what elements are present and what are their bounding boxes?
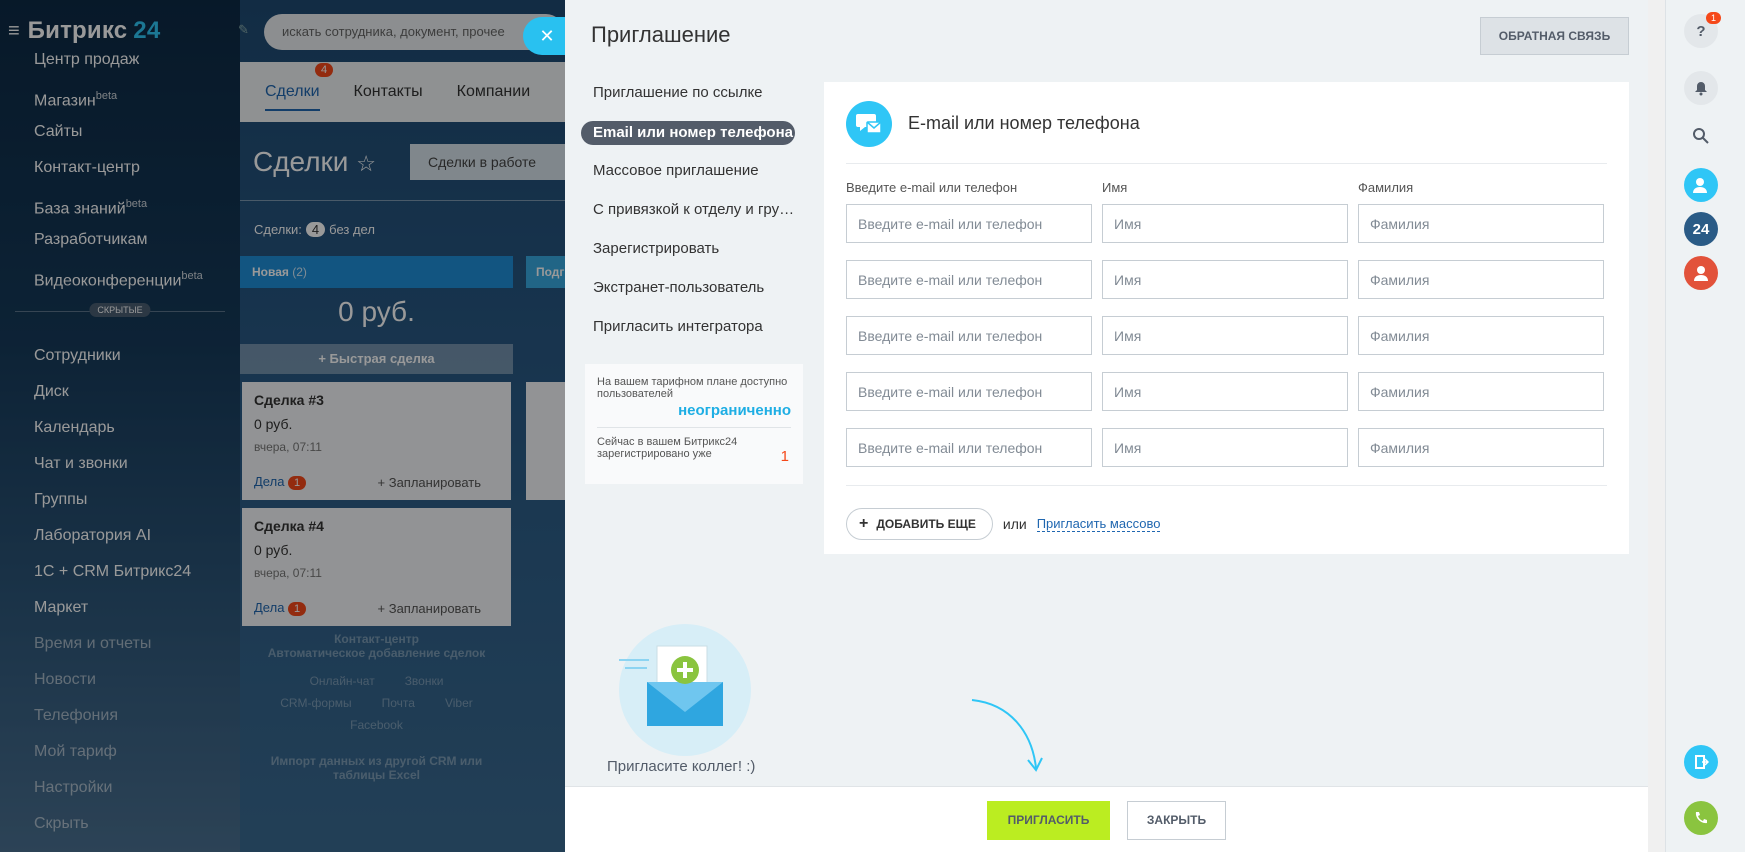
scrollbar[interactable] xyxy=(1648,0,1665,852)
user-clock-icon[interactable] xyxy=(1684,168,1718,202)
lastname-field[interactable] xyxy=(1358,316,1604,355)
email-field[interactable] xyxy=(846,204,1092,243)
email-field[interactable] xyxy=(846,372,1092,411)
close-panel-button[interactable]: ✕ xyxy=(523,17,571,55)
help-badge: 1 xyxy=(1706,12,1722,24)
chat-mail-icon xyxy=(846,100,892,147)
right-bar: ? 1 24 xyxy=(1665,0,1745,852)
column-labels: Введите e-mail или телефон Имя Фамилия xyxy=(846,180,1414,195)
mass-invite-link[interactable]: Пригласить массово xyxy=(1036,516,1161,532)
feedback-button[interactable]: ОБРАТНАЯ СВЯЗЬ xyxy=(1480,17,1629,55)
tab-mass-invite[interactable]: Массовое приглашение xyxy=(581,156,801,195)
name-field[interactable] xyxy=(1102,316,1348,355)
name-field[interactable] xyxy=(1102,428,1348,467)
avatar[interactable] xyxy=(1684,256,1718,290)
invite-panel: Приглашение ОБРАТНАЯ СВЯЗЬ Приглашение п… xyxy=(565,0,1665,852)
invite-row xyxy=(846,316,1607,355)
invite-row xyxy=(846,428,1607,467)
tab-register[interactable]: Зарегистрировать xyxy=(581,234,801,273)
tab-email-phone[interactable]: Email или номер телефона xyxy=(581,121,795,145)
illustration-caption: Пригласите коллег! :) xyxy=(607,758,756,775)
bell-icon[interactable] xyxy=(1684,71,1718,105)
arrow-icon xyxy=(970,696,1050,779)
form-title: E-mail или номер телефона xyxy=(908,113,1140,133)
email-field[interactable] xyxy=(846,260,1092,299)
invite-tabs: Приглашение по ссылке Email или номер те… xyxy=(581,78,801,351)
name-field[interactable] xyxy=(1102,204,1348,243)
search-icon[interactable] xyxy=(1684,119,1718,153)
lastname-field[interactable] xyxy=(1358,260,1604,299)
tab-link-invite[interactable]: Приглашение по ссылке xyxy=(581,78,801,117)
invite-button[interactable]: ПРИГЛАСИТЬ xyxy=(987,801,1110,840)
invite-row xyxy=(846,204,1607,243)
close-button[interactable]: ЗАКРЫТЬ xyxy=(1127,801,1226,840)
lastname-field[interactable] xyxy=(1358,372,1604,411)
tab-extranet[interactable]: Экстранет-пользователь xyxy=(581,273,801,312)
plus-icon: + xyxy=(859,515,869,532)
tab-integrator[interactable]: Пригласить интегратора xyxy=(581,312,801,351)
overlay[interactable] xyxy=(0,0,565,852)
bitrix24-icon[interactable]: 24 xyxy=(1684,212,1718,246)
name-field[interactable] xyxy=(1102,260,1348,299)
or-text: или xyxy=(1002,516,1027,532)
panel-title: Приглашение xyxy=(591,22,731,47)
invite-form: E-mail или номер телефона Введите e-mail… xyxy=(824,82,1629,554)
add-row: + ДОБАВИТЬ ЕЩЕ или Пригласить массово xyxy=(846,508,1607,540)
form-header: E-mail или номер телефона xyxy=(846,96,1607,164)
email-field[interactable] xyxy=(846,316,1092,355)
divider xyxy=(846,485,1607,486)
envelope-illustration xyxy=(619,624,751,756)
lastname-field[interactable] xyxy=(1358,204,1604,243)
user-limit-box: На вашем тарифном плане доступно пользов… xyxy=(585,364,803,484)
invite-row xyxy=(846,372,1607,411)
phone-icon[interactable] xyxy=(1684,801,1718,835)
bottom-bar: ПРИГЛАСИТЬ ЗАКРЫТЬ xyxy=(565,786,1648,852)
tab-department[interactable]: С привязкой к отделу и группам xyxy=(581,195,801,234)
invite-row xyxy=(846,260,1607,299)
lastname-field[interactable] xyxy=(1358,428,1604,467)
add-more-button[interactable]: + ДОБАВИТЬ ЕЩЕ xyxy=(846,508,993,540)
email-field[interactable] xyxy=(846,428,1092,467)
name-field[interactable] xyxy=(1102,372,1348,411)
door-icon[interactable] xyxy=(1684,745,1718,779)
